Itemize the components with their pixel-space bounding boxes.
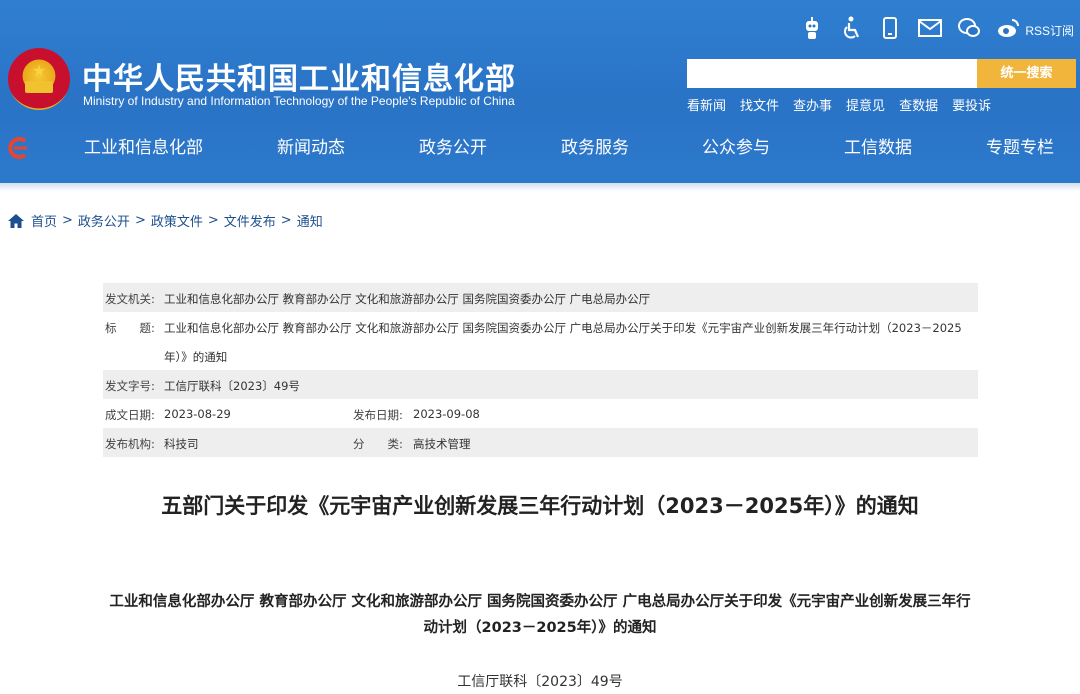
- site-title[interactable]: 中华人民共和国工业和信息化部: [82, 54, 516, 98]
- meta-row-issuer: 发文机关: 工业和信息化部办公厅 教育部办公厅 文化和旅游部办公厅 国务院国资委…: [103, 283, 978, 312]
- org-value: 科技司: [164, 437, 199, 451]
- weibo-icon[interactable]: [996, 17, 1020, 44]
- nav-item-public-participation[interactable]: 公众参与: [702, 130, 770, 166]
- category-label: 分 类:: [353, 437, 403, 451]
- org-label: 发布机构:: [105, 437, 155, 451]
- document-meta-table: 发文机关: 工业和信息化部办公厅 教育部办公厅 文化和旅游部办公厅 国务院国资委…: [103, 283, 978, 457]
- nav-item-miit[interactable]: 工业和信息化部: [84, 130, 203, 166]
- published-date-label: 发布日期:: [353, 408, 403, 422]
- mail-icon[interactable]: [918, 18, 943, 43]
- breadcrumb-file-release[interactable]: 文件发布: [224, 211, 276, 230]
- breadcrumb-gov-info[interactable]: 政务公开: [78, 211, 130, 230]
- main-nav: 工业和信息化部 新闻动态 政务公开 政务服务 公众参与 工信数据 专题专栏: [0, 130, 1080, 166]
- nav-item-gov-services[interactable]: 政务服务: [561, 130, 629, 166]
- doc-number-value: 工信厅联科〔2023〕49号: [164, 379, 300, 393]
- site-title-english: Ministry of Industry and Information Tec…: [83, 94, 515, 108]
- quick-link-news[interactable]: 看新闻: [687, 95, 726, 114]
- breadcrumb-notice[interactable]: 通知: [297, 211, 323, 230]
- doc-number-label: 发文字号:: [105, 379, 155, 393]
- document-title: 五部门关于印发《元宇宙产业创新发展三年行动计划（2023－2025年）》的通知: [161, 494, 919, 518]
- quick-links: 看新闻 找文件 查办事 提意见 查数据 要投诉: [687, 95, 991, 114]
- meta-row-doc-number: 发文字号: 工信厅联科〔2023〕49号: [103, 370, 978, 399]
- national-emblem-logo: [8, 48, 70, 110]
- search-input[interactable]: [687, 59, 977, 88]
- meta-row-dates: 成文日期: 2023-08-29 发布日期: 2023-09-08: [103, 399, 978, 428]
- category-value: 高技术管理: [413, 437, 471, 451]
- quick-link-services[interactable]: 查办事: [793, 95, 832, 114]
- quick-link-complaint[interactable]: 要投诉: [952, 95, 991, 114]
- quick-link-data[interactable]: 查数据: [899, 95, 938, 114]
- title-value-line1: 工业和信息化部办公厅 教育部办公厅 文化和旅游部办公厅 国务院国资委办公厅 广电…: [164, 321, 962, 335]
- document-subtitle: 工业和信息化部办公厅 教育部办公厅 文化和旅游部办公厅 国务院国资委办公厅 广电…: [109, 594, 971, 636]
- breadcrumb-separator: >: [62, 213, 73, 228]
- robot-icon[interactable]: [801, 16, 823, 45]
- home-icon: [8, 213, 24, 228]
- meta-row-org: 发布机构: 科技司 分 类: 高技术管理: [103, 428, 978, 457]
- nav-item-news[interactable]: 新闻动态: [277, 130, 345, 166]
- accessibility-icon[interactable]: [840, 16, 862, 45]
- mobile-icon[interactable]: [879, 16, 901, 45]
- breadcrumb-separator: >: [207, 213, 219, 228]
- site-header: 中华人民共和国工业和信息化部 Ministry of Industry and …: [0, 0, 1080, 191]
- breadcrumb-home[interactable]: 首页: [31, 211, 57, 230]
- written-date-label: 成文日期:: [105, 408, 155, 422]
- breadcrumb-policy-files[interactable]: 政策文件: [151, 211, 203, 230]
- quick-link-files[interactable]: 找文件: [740, 95, 779, 114]
- nav-item-topics[interactable]: 专题专栏: [986, 130, 1054, 166]
- written-date-value: 2023-08-29: [164, 407, 231, 421]
- meta-row-title: 标 题: 工业和信息化部办公厅 教育部办公厅 文化和旅游部办公厅 国务院国资委办…: [103, 312, 978, 370]
- quick-link-feedback[interactable]: 提意见: [846, 95, 885, 114]
- published-date-value: 2023-09-08: [413, 407, 480, 421]
- breadcrumb-separator: >: [134, 213, 146, 228]
- nav-item-data[interactable]: 工信数据: [844, 130, 912, 166]
- title-label: 标 题:: [105, 321, 155, 335]
- wechat-icon[interactable]: [957, 17, 981, 44]
- rss-link[interactable]: RSS订阅: [1025, 22, 1074, 39]
- top-utility-icons: RSS订阅: [801, 16, 1074, 45]
- nav-item-gov-info[interactable]: 政务公开: [419, 130, 487, 166]
- issuer-value: 工业和信息化部办公厅 教育部办公厅 文化和旅游部办公厅 国务院国资委办公厅 广电…: [164, 292, 651, 306]
- breadcrumb: 首页 > 政务公开 > 政策文件 > 文件发布 > 通知: [8, 211, 323, 230]
- breadcrumb-separator: >: [280, 213, 292, 228]
- search-button[interactable]: 统一搜索: [977, 59, 1076, 88]
- title-value-line2: 年）》的通知: [164, 350, 228, 364]
- issuer-label: 发文机关:: [105, 292, 155, 306]
- document-number: 工信厅联科〔2023〕49号: [457, 674, 623, 690]
